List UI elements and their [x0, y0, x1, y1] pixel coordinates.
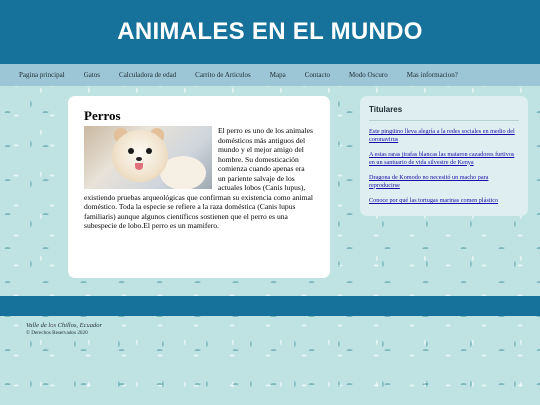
nav-item-carrito[interactable]: Carrito de Articulos	[195, 71, 251, 79]
nav-item-modo-oscuro[interactable]: Modo Oscuro	[349, 71, 388, 79]
article-card: Perros El perro es uno de los animales d…	[68, 96, 330, 278]
dog-tongue	[135, 163, 143, 170]
headline-link-pinguino[interactable]: Este pingüino lleva alegría a la redes s…	[369, 128, 519, 143]
nav-item-contacto[interactable]: Contacto	[305, 71, 330, 79]
nav-item-calculadora[interactable]: Calculadora de edad	[119, 71, 176, 79]
dog-photo	[84, 126, 212, 189]
nav-item-mapa[interactable]: Mapa	[270, 71, 286, 79]
site-header: ANIMALES EN EL MUNDO	[0, 0, 540, 64]
headline-link-komodo[interactable]: Dragona de Komodo no necesitó un macho p…	[369, 174, 519, 189]
article-title: Perros	[84, 108, 121, 123]
footer-bar	[0, 296, 540, 316]
headlines-panel: Titulares Este pingüino lleva alegría a …	[360, 96, 528, 216]
nav-item-pagina-principal[interactable]: Pagina principal	[19, 71, 65, 79]
headline-link-jirafas[interactable]: A estas raras jirafas blancas las mataro…	[369, 151, 519, 166]
headlines-title: Titulares	[369, 105, 519, 121]
dog-nose	[136, 157, 142, 161]
nav-item-gatos[interactable]: Gatos	[84, 71, 100, 79]
footer-location: Valle de los Chillos, Ecuador	[26, 322, 103, 329]
site-title: ANIMALES EN EL MUNDO	[117, 18, 423, 45]
dog-eye-left	[128, 148, 134, 154]
nav-item-mas-informacion[interactable]: Mas informacion?	[407, 71, 458, 79]
main-nav: Pagina principal Gatos Calculadora de ed…	[0, 64, 540, 86]
dog-eye-right	[146, 148, 152, 154]
footer-copyright: © Derechos Reservados 2020	[26, 330, 88, 336]
site-footer: Valle de los Chillos, Ecuador © Derechos…	[26, 322, 102, 336]
headline-link-tortugas[interactable]: Conoce por qué las tortugas marinas come…	[369, 197, 519, 205]
dog-head-shape	[112, 130, 168, 182]
